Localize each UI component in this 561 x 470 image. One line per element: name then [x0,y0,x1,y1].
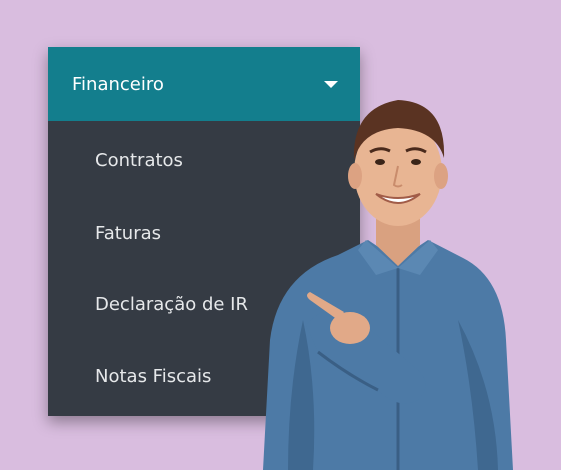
smiling-man-pointing-image [263,100,513,470]
menu-item-faturas[interactable]: Faturas [95,223,161,244]
menu-title: Financeiro [72,73,164,95]
menu-item-notas-fiscais[interactable]: Notas Fiscais [95,366,211,387]
menu-item-declaracao-ir[interactable]: Declaração de IR [95,294,248,315]
caret-down-icon[interactable] [324,80,338,88]
menu-item-contratos[interactable]: Contratos [95,150,183,171]
